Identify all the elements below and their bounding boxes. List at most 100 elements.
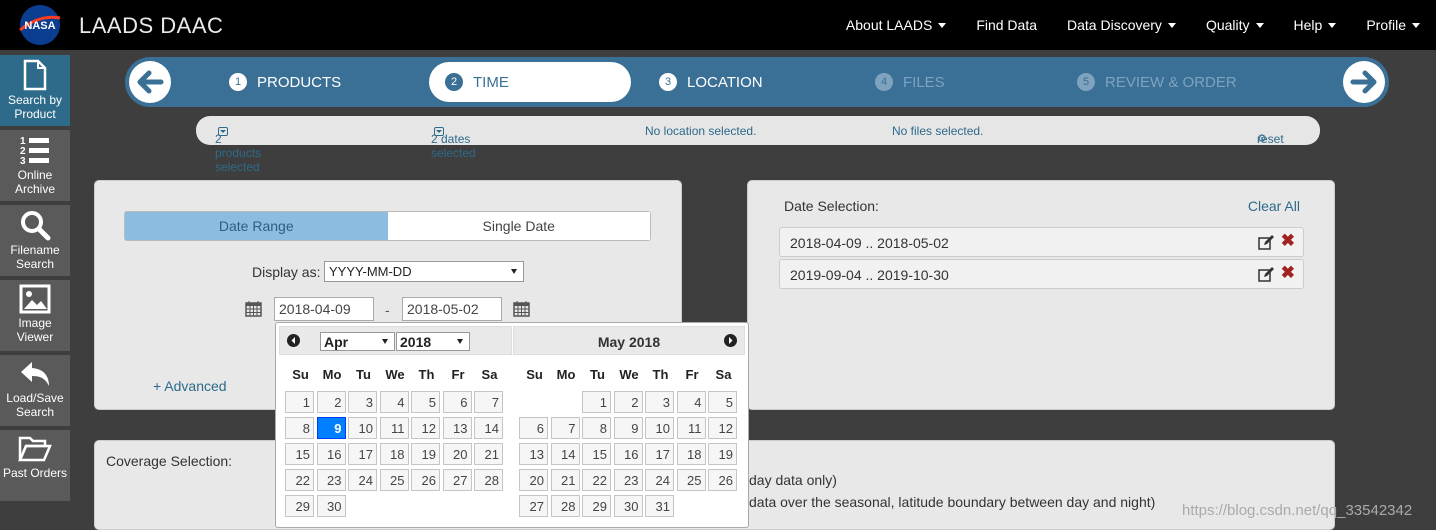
calendar-day[interactable]: 13 — [442, 417, 472, 439]
calendar-day[interactable]: 1 — [285, 391, 314, 413]
nav-find-data[interactable]: Find Data — [976, 17, 1037, 33]
sidebar-item-load-save-search[interactable]: Load/Save Search — [0, 355, 70, 430]
wizard-step-products[interactable]: 1 PRODUCTS — [229, 69, 341, 95]
wizard-step-time[interactable]: 2 TIME — [429, 62, 631, 102]
calendar-day-selected[interactable]: 9 — [316, 417, 346, 439]
end-date-input[interactable]: 2018-05-02 — [402, 297, 502, 321]
products-selected-dropdown[interactable]: 2 products selected — [215, 124, 261, 174]
calendar-day[interactable]: 31 — [645, 495, 674, 517]
calendar-day[interactable]: 10 — [348, 417, 377, 439]
sidebar-item-past-orders[interactable]: Past Orders — [0, 430, 70, 505]
remove-icon[interactable]: ✖ — [1281, 231, 1295, 251]
calendar-day[interactable]: 5 — [708, 391, 737, 413]
calendar-day[interactable]: 19 — [708, 443, 737, 465]
calendar-day[interactable]: 29 — [582, 495, 611, 517]
calendar-day[interactable]: 14 — [550, 443, 580, 465]
calendar-day[interactable]: 12 — [411, 417, 440, 439]
calendar-day[interactable]: 23 — [316, 469, 346, 491]
calendar-day[interactable]: 24 — [348, 469, 377, 491]
previous-step-button[interactable] — [129, 61, 171, 103]
tab-single-date[interactable]: Single Date — [387, 212, 650, 240]
dates-selected-dropdown[interactable]: 2 dates selected — [431, 124, 476, 160]
nav-data-discovery[interactable]: Data Discovery — [1067, 17, 1176, 33]
calendar-day[interactable]: 7 — [550, 417, 580, 439]
site-brand[interactable]: LAADS DAAC — [79, 13, 223, 39]
calendar-day[interactable]: 14 — [474, 417, 503, 439]
calendar-day[interactable]: 7 — [474, 391, 503, 413]
calendar-day[interactable]: 12 — [708, 417, 737, 439]
calendar-day[interactable]: 20 — [442, 443, 472, 465]
calendar-day[interactable]: 6 — [442, 391, 472, 413]
calendar-day[interactable]: 21 — [550, 469, 580, 491]
next-step-button[interactable] — [1343, 61, 1385, 103]
calendar-day[interactable]: 15 — [285, 443, 314, 465]
start-date-input[interactable]: 2018-04-09 — [274, 297, 374, 321]
calendar-day[interactable]: 18 — [379, 443, 409, 465]
calendar-day[interactable]: 2 — [316, 391, 346, 413]
calendar-day[interactable]: 24 — [645, 469, 674, 491]
calendar-day[interactable]: 10 — [645, 417, 674, 439]
calendar-day[interactable]: 3 — [348, 391, 377, 413]
calendar-icon[interactable] — [513, 300, 530, 322]
calendar-day[interactable]: 22 — [285, 469, 314, 491]
calendar-day[interactable]: 21 — [474, 443, 503, 465]
nav-help[interactable]: Help — [1294, 17, 1337, 33]
nav-profile[interactable]: Profile — [1366, 17, 1420, 33]
wizard-step-review-order[interactable]: 5 REVIEW & ORDER — [1077, 69, 1237, 95]
prev-month-button[interactable] — [287, 334, 300, 347]
calendar-day[interactable]: 18 — [676, 443, 706, 465]
calendar-day[interactable]: 19 — [411, 443, 440, 465]
date-format-select[interactable]: YYYY-MM-DD — [324, 261, 524, 282]
calendar-day[interactable]: 28 — [474, 469, 503, 491]
sidebar-item-image-viewer[interactable]: Image Viewer — [0, 280, 70, 355]
calendar-day[interactable]: 13 — [519, 443, 548, 465]
calendar-day[interactable]: 15 — [582, 443, 611, 465]
calendar-day[interactable]: 26 — [411, 469, 440, 491]
calendar-day[interactable]: 26 — [708, 469, 737, 491]
calendar-day[interactable]: 27 — [519, 495, 548, 517]
calendar-day[interactable]: 4 — [676, 391, 706, 413]
month-select[interactable]: Apr — [320, 332, 395, 351]
remove-icon[interactable]: ✖ — [1281, 263, 1295, 283]
calendar-day[interactable]: 27 — [442, 469, 472, 491]
tab-date-range[interactable]: Date Range — [125, 212, 388, 240]
calendar-day[interactable]: 23 — [613, 469, 643, 491]
clear-all-button[interactable]: Clear All — [1248, 198, 1300, 214]
calendar-day[interactable]: 6 — [519, 417, 548, 439]
calendar-day[interactable]: 30 — [613, 495, 643, 517]
calendar-day[interactable]: 5 — [411, 391, 440, 413]
year-select[interactable]: 2018 — [396, 332, 470, 351]
advanced-options-link[interactable]: + Advanced — [153, 378, 227, 394]
calendar-day[interactable]: 4 — [379, 391, 409, 413]
calendar-day[interactable]: 2 — [613, 391, 643, 413]
calendar-day[interactable]: 16 — [316, 443, 346, 465]
calendar-icon[interactable] — [245, 300, 262, 322]
calendar-day[interactable]: 20 — [519, 469, 548, 491]
nav-about-laads[interactable]: About LAADS — [846, 17, 947, 33]
calendar-day[interactable]: 25 — [676, 469, 706, 491]
calendar-day[interactable]: 28 — [550, 495, 580, 517]
calendar-day[interactable]: 3 — [645, 391, 674, 413]
calendar-day[interactable]: 16 — [613, 443, 643, 465]
wizard-step-location[interactable]: 3 LOCATION — [659, 69, 763, 95]
calendar-day[interactable]: 11 — [379, 417, 409, 439]
next-month-button[interactable] — [724, 334, 737, 347]
wizard-step-files[interactable]: 4 FILES — [875, 69, 945, 95]
calendar-day[interactable]: 11 — [676, 417, 706, 439]
calendar-day[interactable]: 8 — [582, 417, 611, 439]
edit-icon[interactable] — [1258, 267, 1275, 285]
calendar-day[interactable]: 1 — [582, 391, 611, 413]
nav-quality[interactable]: Quality — [1206, 17, 1264, 33]
nasa-logo[interactable]: NASA — [18, 4, 62, 46]
sidebar-item-search-by-product[interactable]: Search by Product — [0, 55, 70, 130]
calendar-day[interactable]: 8 — [285, 417, 314, 439]
calendar-day[interactable]: 29 — [285, 495, 314, 517]
calendar-day[interactable]: 17 — [348, 443, 377, 465]
sidebar-item-online-archive[interactable]: 123 Online Archive — [0, 130, 70, 205]
sidebar-item-filename-search[interactable]: Filename Search — [0, 205, 70, 280]
calendar-day[interactable]: 25 — [379, 469, 409, 491]
edit-icon[interactable] — [1258, 235, 1275, 253]
calendar-day[interactable]: 22 — [582, 469, 611, 491]
calendar-day[interactable]: 17 — [645, 443, 674, 465]
calendar-day[interactable]: 30 — [316, 495, 346, 517]
